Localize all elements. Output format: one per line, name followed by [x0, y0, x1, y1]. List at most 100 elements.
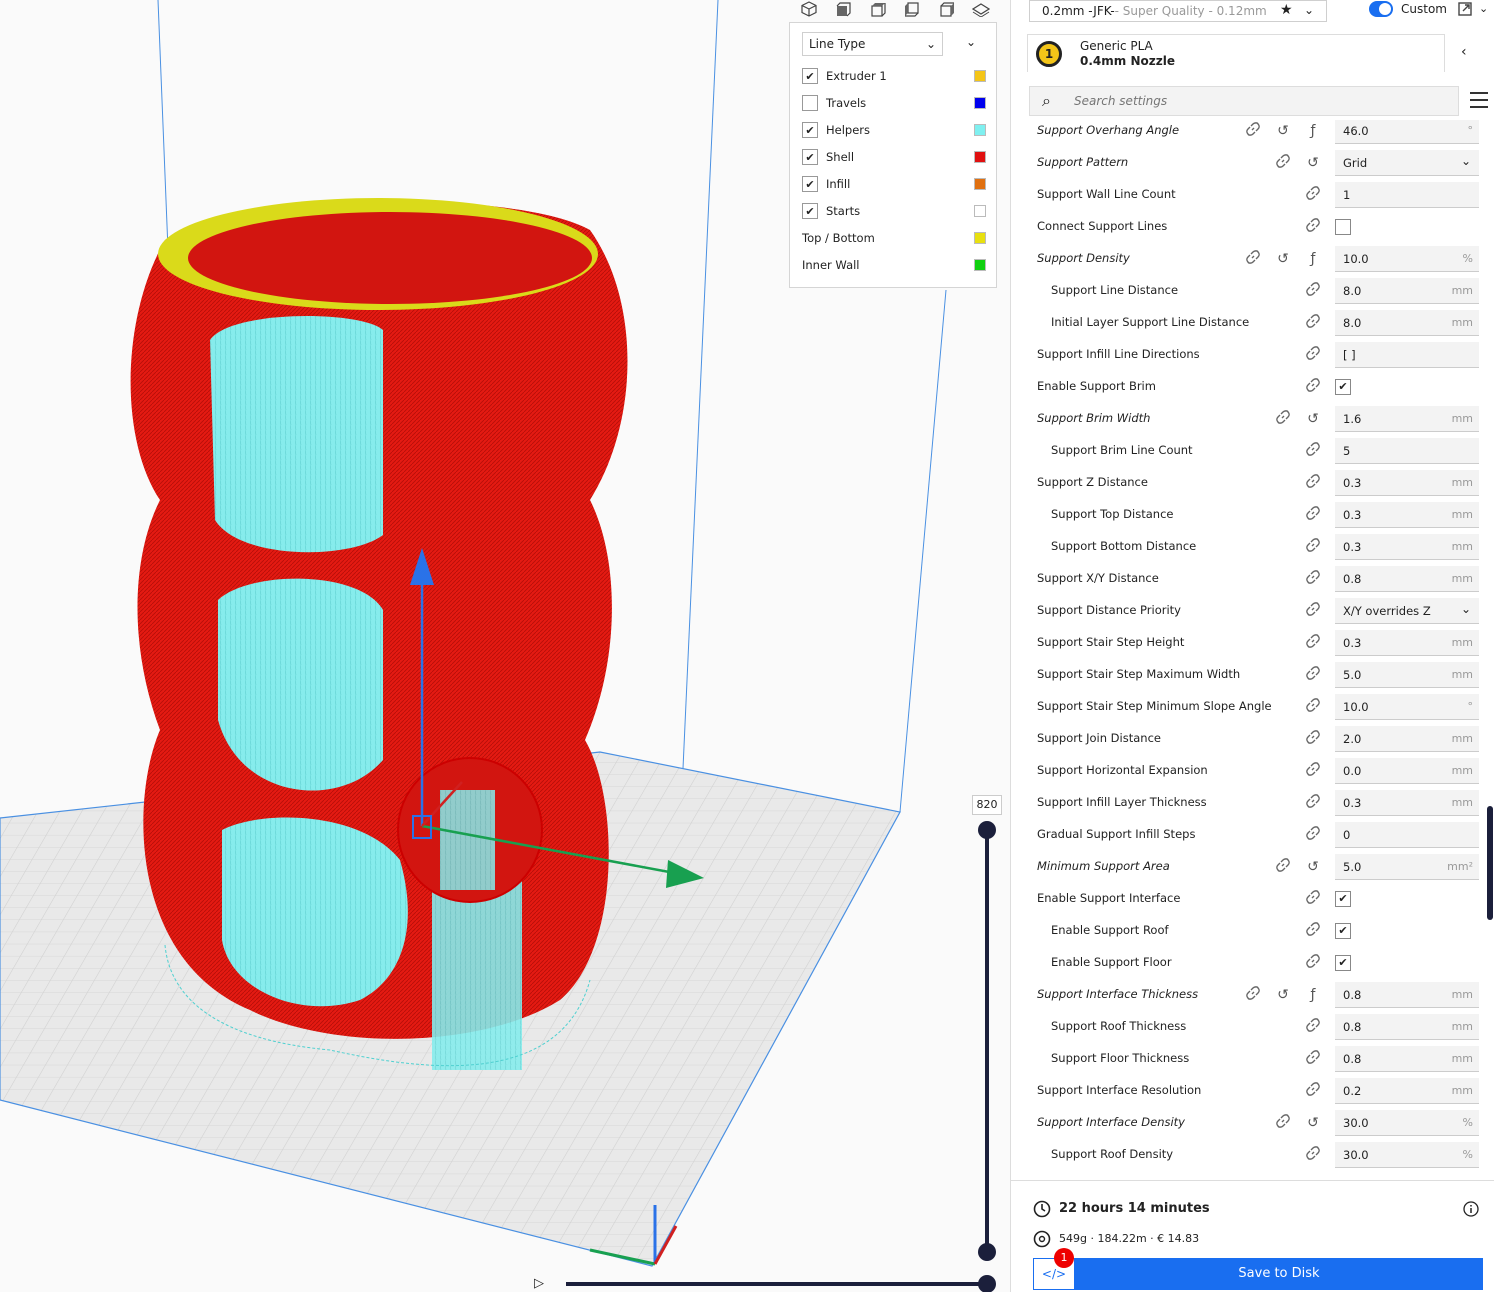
function-icon[interactable]: ƒ	[1303, 249, 1323, 269]
chevron-down-icon[interactable]: ⌄	[1304, 3, 1314, 17]
setting-dropdown[interactable]: X/Y overrides Z ⌄	[1335, 598, 1479, 624]
setting-input[interactable]: 2.0 mm	[1335, 726, 1479, 752]
chevron-down-icon[interactable]: ⌄	[1479, 2, 1488, 15]
link-icon[interactable]	[1303, 793, 1323, 813]
link-icon[interactable]	[1273, 409, 1293, 429]
link-icon[interactable]	[1273, 1113, 1293, 1133]
legend-checkbox[interactable]: ✔	[802, 122, 818, 138]
right-view-icon[interactable]	[938, 1, 956, 17]
layer-view-icon[interactable]	[971, 1, 990, 17]
link-icon[interactable]	[1303, 473, 1323, 493]
link-icon[interactable]	[1303, 313, 1323, 333]
layer-number-field[interactable]: 820	[972, 795, 1002, 815]
link-icon[interactable]	[1303, 953, 1323, 973]
setting-input[interactable]: 1	[1335, 182, 1479, 208]
setting-dropdown[interactable]: Grid ⌄	[1335, 150, 1479, 176]
link-icon[interactable]	[1303, 921, 1323, 941]
setting-input[interactable]: 8.0 mm	[1335, 310, 1479, 336]
settings-list[interactable]: Support Overhang Angle ↺ ƒ 46.0 ° Support Pat…	[1011, 120, 1494, 1170]
link-icon[interactable]	[1303, 601, 1323, 621]
search-input[interactable]	[1074, 94, 1434, 108]
setting-input[interactable]: 8.0 mm	[1335, 278, 1479, 304]
legend-item[interactable]: ✔ Shell	[802, 147, 986, 167]
link-icon[interactable]	[1303, 377, 1323, 397]
star-icon[interactable]: ★	[1280, 2, 1293, 18]
info-icon[interactable]	[1463, 1201, 1479, 1217]
setting-input[interactable]: 0.3 mm	[1335, 502, 1479, 528]
collapse-panel-icon[interactable]: ‹	[1461, 44, 1467, 60]
legend-checkbox[interactable]: ✔	[802, 176, 818, 192]
line-type-dropdown[interactable]: Line Type ⌄	[802, 32, 943, 56]
legend-checkbox[interactable]: ✔	[802, 68, 818, 84]
collapse-chevron-icon[interactable]: ⌄	[966, 35, 976, 49]
setting-input[interactable]: 0.3 mm	[1335, 790, 1479, 816]
setting-input[interactable]: 0	[1335, 822, 1479, 848]
layer-slider-bottom-handle[interactable]	[978, 1243, 996, 1261]
reset-icon[interactable]: ↺	[1303, 409, 1323, 429]
link-icon[interactable]	[1303, 441, 1323, 461]
reset-icon[interactable]: ↺	[1303, 1113, 1323, 1133]
setting-input[interactable]: 0.3 mm	[1335, 470, 1479, 496]
3d-viewport[interactable]: Line Type ⌄ ⌄ ✔ Extruder 1 Travels ✔ Helpers…	[0, 0, 1010, 1292]
setting-input[interactable]: 5.0 mm	[1335, 662, 1479, 688]
setting-input[interactable]: 46.0 °	[1335, 120, 1479, 144]
link-icon[interactable]	[1303, 729, 1323, 749]
link-icon[interactable]	[1303, 889, 1323, 909]
link-icon[interactable]	[1303, 537, 1323, 557]
link-icon[interactable]	[1303, 217, 1323, 237]
setting-input[interactable]: 0.8 mm	[1335, 1014, 1479, 1040]
setting-checkbox[interactable]: ✔	[1335, 955, 1351, 971]
custom-mode-toggle[interactable]	[1369, 1, 1393, 17]
setting-checkbox[interactable]: ✔	[1335, 891, 1351, 907]
link-icon[interactable]	[1303, 761, 1323, 781]
front-view-icon[interactable]	[834, 1, 852, 17]
setting-input[interactable]: 0.3 mm	[1335, 534, 1479, 560]
path-slider-handle[interactable]	[978, 1275, 996, 1292]
material-selector[interactable]: 1 Generic PLA 0.4mm Nozzle	[1027, 34, 1445, 72]
link-icon[interactable]	[1303, 825, 1323, 845]
link-icon[interactable]	[1303, 1017, 1323, 1037]
reset-icon[interactable]: ↺	[1273, 121, 1293, 141]
link-icon[interactable]	[1303, 281, 1323, 301]
link-icon[interactable]	[1303, 569, 1323, 589]
play-simulation-icon[interactable]: ▷	[534, 1276, 550, 1292]
reset-icon[interactable]: ↺	[1273, 985, 1293, 1005]
setting-input[interactable]: 10.0 °	[1335, 694, 1479, 720]
profile-selector[interactable]: 0.2mm -JFK- - Super Quality - 0.12mm ★ ⌄	[1029, 0, 1327, 22]
setting-input[interactable]: 0.3 mm	[1335, 630, 1479, 656]
setting-checkbox[interactable]: ✔	[1335, 923, 1351, 939]
setting-input[interactable]: 1.6 mm	[1335, 406, 1479, 432]
setting-checkbox[interactable]: ✔	[1335, 379, 1351, 395]
setting-input[interactable]: 0.8 mm	[1335, 1046, 1479, 1072]
3d-view-icon[interactable]	[800, 1, 818, 17]
link-icon[interactable]	[1303, 505, 1323, 525]
legend-item[interactable]: Travels	[802, 93, 986, 113]
legend-checkbox[interactable]: ✔	[802, 203, 818, 219]
link-icon[interactable]	[1243, 121, 1263, 141]
link-icon[interactable]	[1303, 665, 1323, 685]
link-icon[interactable]	[1243, 985, 1263, 1005]
layer-slider-track[interactable]	[985, 830, 989, 1252]
settings-scrollbar[interactable]	[1487, 806, 1493, 920]
link-icon[interactable]	[1273, 857, 1293, 877]
setting-input[interactable]: [ ]	[1335, 342, 1479, 368]
legend-item[interactable]: ✔ Infill	[802, 174, 986, 194]
hamburger-menu-icon[interactable]	[1469, 90, 1489, 110]
setting-input[interactable]: 5	[1335, 438, 1479, 464]
link-icon[interactable]	[1303, 697, 1323, 717]
left-view-icon[interactable]	[903, 1, 921, 17]
reset-icon[interactable]: ↺	[1273, 249, 1293, 269]
path-slider-track[interactable]	[566, 1282, 986, 1286]
setting-input[interactable]: 0.8 mm	[1335, 982, 1479, 1008]
legend-item[interactable]: ✔ Extruder 1	[802, 66, 986, 86]
link-icon[interactable]	[1243, 249, 1263, 269]
setting-checkbox[interactable]	[1335, 219, 1351, 235]
setting-input[interactable]: 30.0%	[1335, 1142, 1479, 1168]
legend-checkbox[interactable]	[802, 95, 818, 111]
save-to-disk-button[interactable]: Save to Disk	[1075, 1258, 1483, 1290]
link-icon[interactable]	[1303, 345, 1323, 365]
setting-input[interactable]: 0.0 mm	[1335, 758, 1479, 784]
setting-input[interactable]: 5.0 mm²	[1335, 854, 1479, 880]
layer-slider-top-handle[interactable]	[978, 821, 996, 839]
setting-input[interactable]: 0.8 mm	[1335, 566, 1479, 592]
